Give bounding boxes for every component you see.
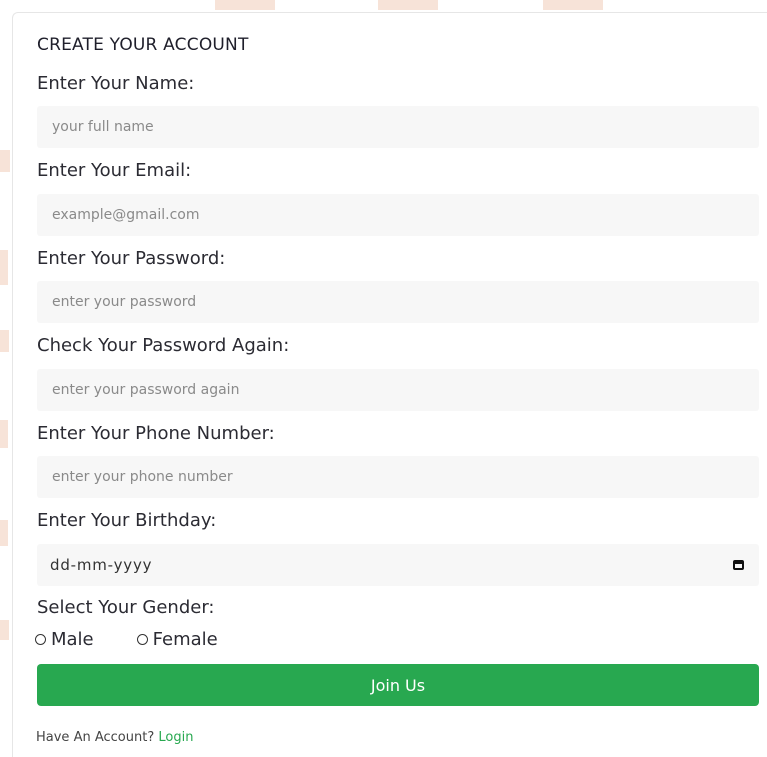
calendar-icon[interactable]	[733, 560, 744, 570]
background-shape	[378, 0, 438, 10]
gender-options: Male Female	[35, 629, 218, 650]
phone-input[interactable]	[50, 468, 746, 486]
phone-label: Enter Your Phone Number:	[37, 423, 275, 444]
birthday-field[interactable]: dd-mm-yyyy	[37, 544, 759, 586]
background-shape	[0, 420, 8, 448]
password-again-field[interactable]	[37, 369, 759, 411]
gender-option-female[interactable]: Female	[136, 629, 218, 650]
name-input[interactable]	[50, 118, 746, 136]
password-again-input[interactable]	[50, 381, 746, 399]
birthday-label: Enter Your Birthday:	[37, 510, 217, 531]
background-shape	[0, 330, 9, 352]
phone-field[interactable]	[37, 456, 759, 498]
birthday-date-text: dd-mm-yyyy	[50, 556, 153, 574]
password-field[interactable]	[37, 281, 759, 323]
name-label: Enter Your Name:	[37, 73, 195, 94]
password-label: Enter Your Password:	[37, 248, 226, 269]
gender-option-male-label: Male	[51, 629, 94, 650]
form-title: CREATE YOUR ACCOUNT	[37, 35, 249, 55]
gender-option-female-label: Female	[152, 629, 218, 650]
background-shape	[0, 620, 9, 640]
background-shape	[0, 150, 10, 172]
login-link[interactable]: Login	[158, 730, 193, 745]
background-shape	[0, 250, 8, 285]
email-label: Enter Your Email:	[37, 160, 192, 181]
gender-option-male[interactable]: Male	[35, 629, 94, 650]
background-shape	[215, 0, 275, 10]
background-shape	[0, 520, 8, 546]
password-again-label: Check Your Password Again:	[37, 335, 290, 356]
signup-card: CREATE YOUR ACCOUNT Enter Your Name: Ent…	[12, 12, 767, 757]
footer: Have An Account? Login	[36, 730, 193, 745]
password-input[interactable]	[50, 293, 746, 311]
background-shape	[543, 0, 603, 10]
radio-male[interactable]	[35, 634, 46, 645]
email-input[interactable]	[50, 206, 746, 224]
radio-female[interactable]	[136, 634, 148, 645]
name-field[interactable]	[37, 106, 759, 148]
email-field[interactable]	[37, 194, 759, 236]
footer-text: Have An Account?	[36, 730, 159, 745]
gender-label: Select Your Gender:	[37, 597, 215, 618]
join-us-button[interactable]: Join Us	[37, 664, 759, 706]
